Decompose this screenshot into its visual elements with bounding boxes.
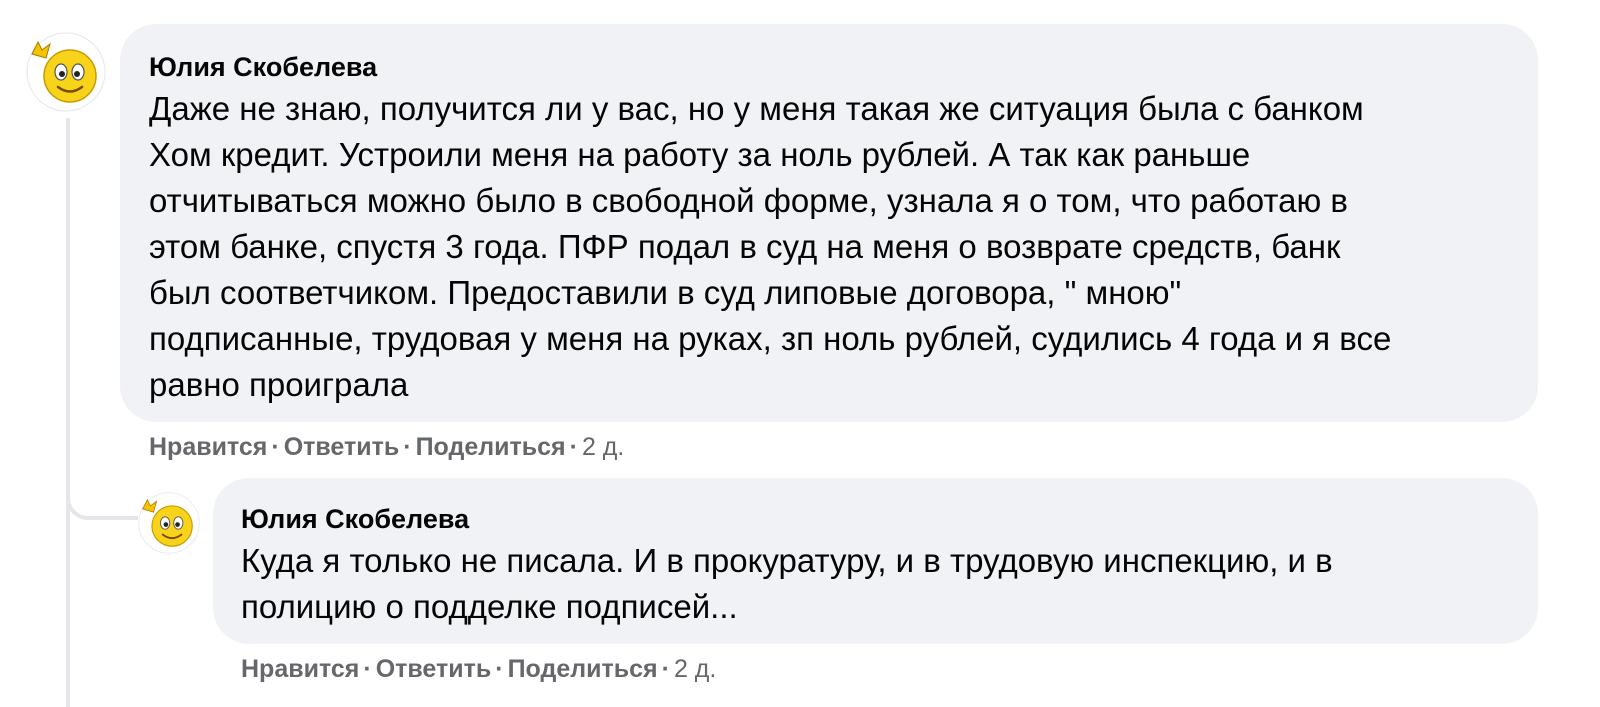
avatar[interactable]: [138, 492, 200, 554]
share-button[interactable]: Поделиться: [508, 655, 658, 683]
comment-timestamp[interactable]: 2 д.: [582, 433, 624, 461]
comment-timestamp[interactable]: 2 д.: [674, 655, 716, 683]
avatar[interactable]: [26, 32, 106, 112]
like-button[interactable]: Нравится: [149, 433, 267, 461]
comment-author[interactable]: Юлия Скобелева: [241, 502, 1508, 536]
comment-actions: Нравится · Ответить · Поделиться · 2 д.: [241, 653, 716, 685]
separator: ·: [271, 433, 280, 461]
separator: ·: [403, 433, 412, 461]
comment-thread: Юлия Скобелева Даже не знаю, получится л…: [0, 0, 1600, 707]
reply-button[interactable]: Ответить: [284, 433, 400, 461]
smiley-face-icon: [138, 492, 200, 554]
comment-text: Куда я только не писала. И в прокуратуру…: [241, 542, 1333, 625]
separator: ·: [661, 655, 670, 683]
separator: ·: [363, 655, 372, 683]
smiley-face-icon: [26, 32, 106, 112]
comment-bubble: Юлия Скобелева Даже не знаю, получится л…: [120, 24, 1538, 422]
separator: ·: [569, 433, 578, 461]
comment-author[interactable]: Юлия Скобелева: [149, 50, 1508, 84]
like-button[interactable]: Нравится: [241, 655, 359, 683]
separator: ·: [495, 655, 504, 683]
comment-text: Даже не знаю, получится ли у вас, но у м…: [149, 90, 1392, 403]
reply-button[interactable]: Ответить: [376, 655, 492, 683]
comment-bubble: Юлия Скобелева Куда я только не писала. …: [213, 478, 1538, 644]
reply-connector-line: [66, 468, 138, 520]
comment-actions: Нравится · Ответить · Поделиться · 2 д.: [149, 431, 624, 463]
share-button[interactable]: Поделиться: [416, 433, 566, 461]
thread-line: [66, 118, 70, 707]
